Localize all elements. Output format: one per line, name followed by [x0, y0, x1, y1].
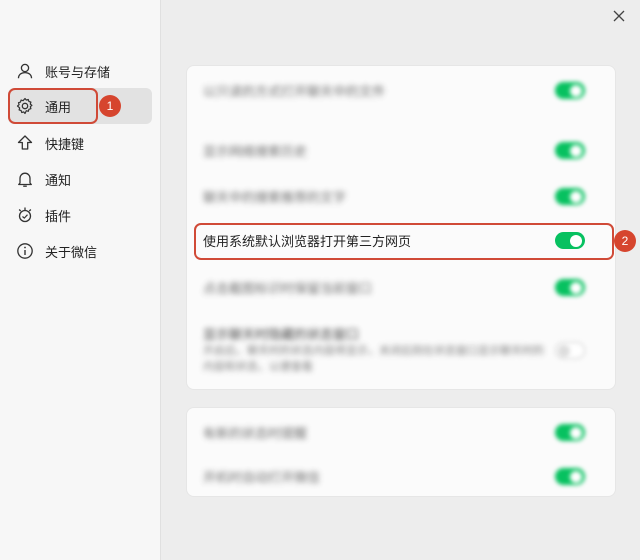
setting-row: 聊天中的搜索推荐的文字: [203, 184, 601, 208]
sidebar-item-about[interactable]: 关于微信: [8, 233, 152, 269]
annotation-highlight-2: [194, 223, 614, 260]
setting-label: 以只读的方式打开聊天中的文件: [203, 84, 386, 100]
setting-row: 有新的状态时提醒: [203, 420, 601, 444]
sidebar-item-account-storage[interactable]: 账号与存储: [8, 53, 152, 89]
setting-row: 以只读的方式打开聊天中的文件: [203, 78, 601, 102]
user-icon: [15, 61, 35, 81]
settings-card-secondary: 有新的状态时提醒 开机时自动打开微信: [186, 407, 616, 497]
plugin-icon: [15, 205, 35, 225]
setting-label: 显示网络搜索历史: [203, 144, 308, 160]
setting-label: 显示聊天时隐藏的状态窗口: [203, 328, 360, 343]
setting-toggle[interactable]: [555, 188, 585, 205]
sidebar-item-label: 账号与存储: [45, 65, 111, 81]
setting-row: 开机时自动打开微信: [203, 464, 601, 488]
info-icon: [15, 241, 35, 261]
sidebar-item-label: 快捷键: [45, 137, 85, 153]
setting-toggle[interactable]: [555, 142, 585, 159]
setting-label: 开机时自动打开微信: [203, 470, 321, 486]
close-button[interactable]: [609, 6, 629, 26]
shortcut-arrow-icon: [15, 133, 35, 153]
sidebar-item-label: 插件: [45, 209, 72, 225]
sidebar-item-shortcuts[interactable]: 快捷键: [8, 125, 152, 161]
sidebar-item-label: 通知: [45, 173, 72, 189]
sidebar-item-label: 关于微信: [45, 245, 98, 261]
setting-row: 点击截图标识时保留当前窗口: [203, 275, 601, 299]
setting-label: 聊天中的搜索推荐的文字: [203, 190, 347, 206]
annotation-badge-2: 2: [614, 230, 636, 252]
setting-label: 点击截图标识时保留当前窗口: [203, 281, 373, 297]
close-icon: [613, 7, 625, 26]
annotation-badge-1: 1: [99, 95, 121, 117]
setting-row: 显示聊天时隐藏的状态窗口 开启后，聊天时的状态内容将显示，关闭后则在状态窗口显示…: [203, 324, 601, 376]
settings-sidebar: 账号与存储 通用 快捷键 通知 插件 关于微信 1: [0, 0, 161, 560]
setting-toggle[interactable]: [555, 468, 585, 485]
setting-toggle[interactable]: [555, 82, 585, 99]
sidebar-item-plugins[interactable]: 插件: [8, 197, 152, 233]
setting-label: 有新的状态时提醒: [203, 426, 308, 442]
setting-description: 开启后，聊天时的状态内容将显示，关闭后则在状态窗口显示聊天时的内容和状态，以便查…: [203, 344, 544, 373]
setting-toggle[interactable]: [555, 424, 585, 441]
setting-toggle[interactable]: [555, 279, 585, 296]
sidebar-item-notifications[interactable]: 通知: [8, 161, 152, 197]
setting-row: 显示网络搜索历史: [203, 138, 601, 162]
annotation-highlight-1: [8, 88, 98, 124]
setting-text-block: 显示聊天时隐藏的状态窗口 开启后，聊天时的状态内容将显示，关闭后则在状态窗口显示…: [203, 324, 601, 375]
setting-toggle[interactable]: [555, 342, 585, 359]
settings-main-panel: 以只读的方式打开聊天中的文件 显示网络搜索历史 聊天中的搜索推荐的文字 使用系统…: [161, 0, 640, 560]
bell-icon: [15, 169, 35, 189]
